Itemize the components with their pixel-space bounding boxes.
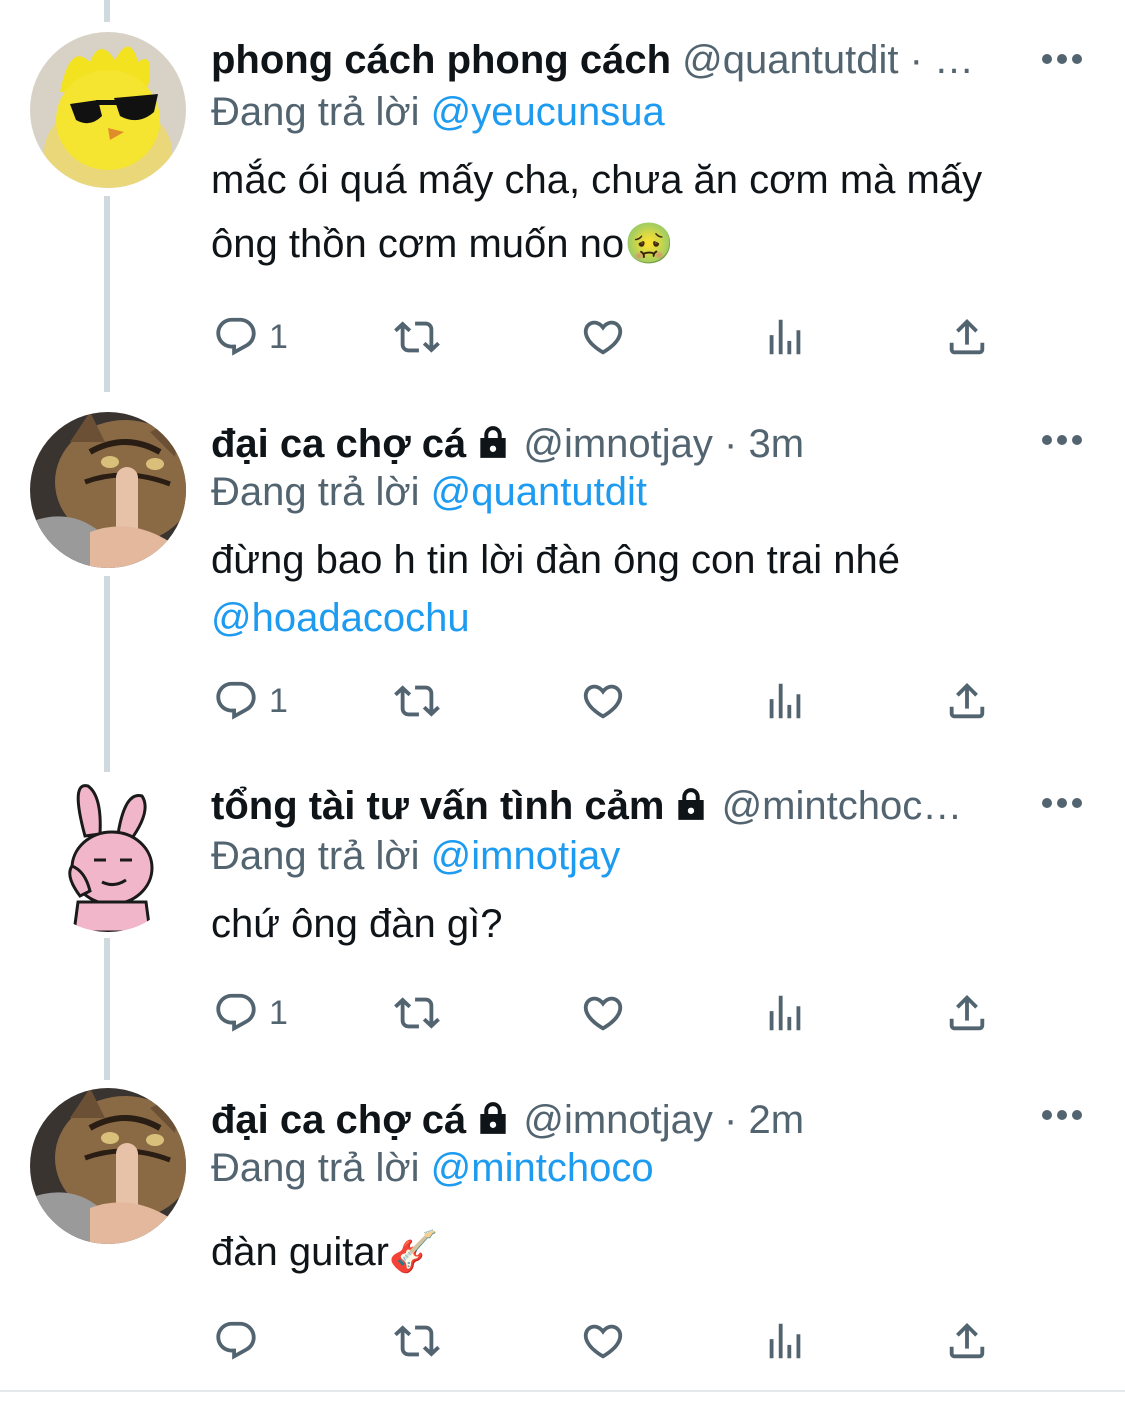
lock-icon	[474, 423, 512, 461]
replying-to: Đang trả lời @imnotjay	[211, 830, 620, 882]
views-button[interactable]	[762, 312, 808, 362]
views-button[interactable]	[762, 676, 808, 726]
bar-chart-icon	[762, 1318, 808, 1364]
replying-to-mention[interactable]: @yeucunsua	[431, 90, 665, 134]
replying-to: Đang trả lời @yeucunsua	[211, 86, 665, 138]
retweet-icon	[394, 990, 440, 1036]
tweet-mention-link[interactable]: @hoadacochu	[211, 592, 1071, 644]
retweet-button[interactable]	[394, 1316, 440, 1366]
username[interactable]: @mintchoc…	[722, 784, 963, 828]
like-button[interactable]	[580, 1316, 626, 1366]
retweet-icon	[394, 678, 440, 724]
display-name[interactable]: phong cách phong cách	[211, 38, 671, 82]
more-options-icon[interactable]	[1040, 796, 1084, 810]
like-button[interactable]	[580, 988, 626, 1038]
reply-icon	[213, 990, 259, 1036]
tweet-actions	[0, 1316, 1125, 1366]
replying-to-mention[interactable]: @mintchoco	[431, 1146, 654, 1190]
tweet-actions: 1	[0, 988, 1125, 1038]
replying-to-mention[interactable]: @imnotjay	[431, 834, 621, 878]
retweet-button[interactable]	[394, 312, 440, 362]
replying-to-mention[interactable]: @quantutdit	[431, 470, 647, 514]
reply-count: 1	[269, 993, 288, 1032]
tweet-text: đừng bao h tin lời đàn ông con trai nhé …	[211, 528, 1071, 644]
views-button[interactable]	[762, 988, 808, 1038]
replying-to: Đang trả lời @quantutdit	[211, 466, 647, 518]
bar-chart-icon	[762, 990, 808, 1036]
reply-button[interactable]: 1	[213, 676, 288, 726]
retweet-icon	[394, 314, 440, 360]
share-icon	[944, 678, 990, 724]
share-button[interactable]	[944, 676, 990, 726]
retweet-button[interactable]	[394, 988, 440, 1038]
timestamp: · 2m	[712, 1098, 805, 1142]
more-options-icon[interactable]	[1040, 433, 1084, 447]
reply-icon	[213, 314, 259, 360]
lock-icon	[474, 1099, 512, 1137]
more-options-icon[interactable]	[1040, 52, 1084, 66]
share-button[interactable]	[944, 1316, 990, 1366]
reply-icon	[213, 678, 259, 724]
retweet-button[interactable]	[394, 676, 440, 726]
sunglasses-chick-avatar[interactable]	[30, 32, 186, 188]
tweet-text: mắc ói quá mấy cha, chưa ăn cơm mà mấy ô…	[211, 148, 1071, 276]
share-button[interactable]	[944, 312, 990, 362]
tweet-text: chứ ông đàn gì?	[211, 892, 1071, 956]
heart-icon	[580, 1318, 626, 1364]
share-button[interactable]	[944, 988, 990, 1038]
like-button[interactable]	[580, 676, 626, 726]
username[interactable]: @imnotjay	[523, 422, 713, 466]
share-icon	[944, 990, 990, 1036]
heart-icon	[580, 990, 626, 1036]
tweet-header: đại ca chợ cá @imnotjay · 2m	[211, 1094, 1025, 1146]
tweet-header: đại ca chợ cá @imnotjay · 3m	[211, 418, 1025, 470]
tweet-header: phong cách phong cách @quantutdit · …	[211, 34, 1025, 86]
replying-to-label: Đang trả lời	[211, 834, 420, 878]
thread-line	[104, 576, 110, 772]
reply-button[interactable]: 1	[213, 988, 288, 1038]
reply-icon	[213, 1318, 259, 1364]
views-button[interactable]	[762, 1316, 808, 1366]
divider	[0, 1390, 1125, 1392]
thread-line	[104, 0, 110, 22]
pink-bunny-avatar[interactable]	[30, 776, 186, 932]
tweet-text-line: mắc ói quá mấy cha, chưa ăn cơm mà mấy	[211, 158, 983, 202]
replying-to-label: Đang trả lời	[211, 470, 420, 514]
cat-shush-avatar[interactable]	[30, 1088, 186, 1244]
bar-chart-icon	[762, 314, 808, 360]
share-icon	[944, 314, 990, 360]
tweet-header: tổng tài tư vấn tình cảm @mintchoc…	[211, 780, 1025, 832]
tweet-text-line: chứ ông đàn gì?	[211, 902, 503, 946]
username[interactable]: @imnotjay	[523, 1098, 713, 1142]
username[interactable]: @quantutdit	[682, 38, 898, 82]
lock-icon	[672, 785, 710, 823]
tweet-text: đàn guitar🎸	[211, 1220, 1071, 1284]
replying-to: Đang trả lời @mintchoco	[211, 1142, 654, 1194]
reply-count: 1	[269, 317, 288, 356]
heart-icon	[580, 314, 626, 360]
tweet-text-line: đừng bao h tin lời đàn ông con trai nhé	[211, 538, 901, 582]
replying-to-label: Đang trả lời	[211, 1146, 420, 1190]
tweet-text-line: đàn guitar🎸	[211, 1230, 439, 1274]
display-name[interactable]: tổng tài tư vấn tình cảm	[211, 784, 664, 828]
timestamp: · …	[898, 38, 975, 82]
timestamp: · 3m	[712, 422, 805, 466]
tweet-actions: 1	[0, 676, 1125, 726]
bar-chart-icon	[762, 678, 808, 724]
reply-button[interactable]	[213, 1316, 269, 1366]
heart-icon	[580, 678, 626, 724]
more-options-icon[interactable]	[1040, 1108, 1084, 1122]
share-icon	[944, 1318, 990, 1364]
cat-shush-avatar[interactable]	[30, 412, 186, 568]
reply-button[interactable]: 1	[213, 312, 288, 362]
reply-count: 1	[269, 681, 288, 720]
thread-line	[104, 196, 110, 392]
retweet-icon	[394, 1318, 440, 1364]
replying-to-label: Đang trả lời	[211, 90, 420, 134]
display-name[interactable]: đại ca chợ cá	[211, 1098, 466, 1142]
tweet-text-line: ông thồn cơm muốn no🤢	[211, 222, 674, 266]
like-button[interactable]	[580, 312, 626, 362]
tweet-actions: 1	[0, 312, 1125, 362]
display-name[interactable]: đại ca chợ cá	[211, 422, 466, 466]
